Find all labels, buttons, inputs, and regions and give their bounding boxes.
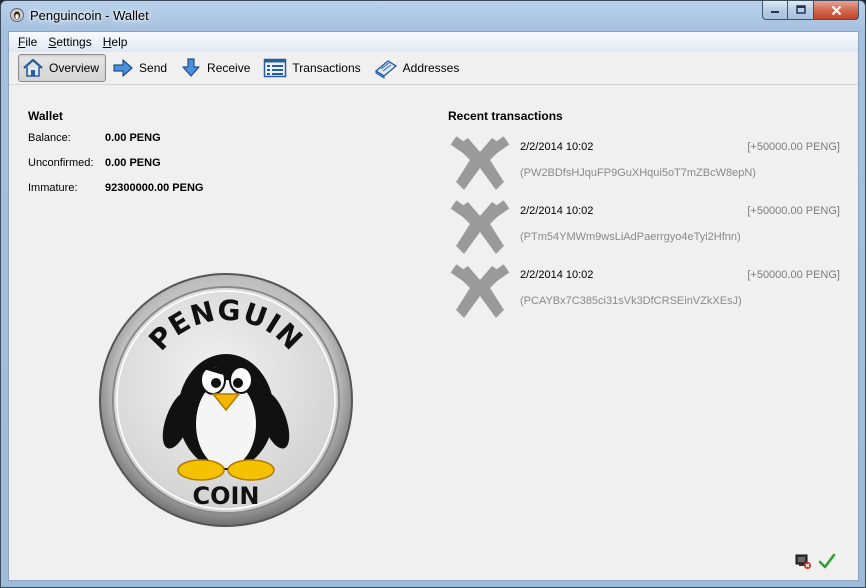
menu-settings[interactable]: Settings bbox=[43, 35, 96, 49]
transactions-button[interactable]: Transactions bbox=[259, 54, 367, 82]
window-title: Penguincoin - Wallet bbox=[30, 8, 149, 23]
transaction-item[interactable]: 2/2/2014 10:02 [+50000.00 PENG] (PTm54YM… bbox=[450, 198, 850, 258]
home-icon bbox=[23, 58, 43, 77]
unconfirmed-row: Unconfirmed: 0.00 PENG bbox=[28, 157, 161, 169]
overview-label: Overview bbox=[49, 61, 100, 75]
transaction-item[interactable]: 2/2/2014 10:02 [+50000.00 PENG] (PCAYBx7… bbox=[450, 262, 850, 322]
address-book-icon bbox=[374, 60, 397, 79]
transaction-address: (PCAYBx7C385ci31sVk3DfCRSEinVZkXEsJ) bbox=[520, 295, 742, 307]
maximize-icon bbox=[795, 5, 806, 14]
status-bar-icons bbox=[794, 552, 836, 570]
penguincoin-logo: PENGUIN COIN bbox=[99, 273, 353, 527]
send-label: Send bbox=[139, 61, 168, 75]
transaction-address: (PTm54YMWm9wsLiAdPaerrgyo4eTyi2Hfnn) bbox=[520, 231, 741, 243]
transaction-address: (PW2BDfsHJquFP9GuXHqui5oT7mZBcW8epN) bbox=[520, 167, 756, 179]
close-button[interactable] bbox=[814, 1, 859, 20]
penguin-app-icon bbox=[10, 8, 24, 22]
addresses-label: Addresses bbox=[402, 61, 460, 75]
maximize-button[interactable] bbox=[788, 1, 814, 20]
coin-bottom-text: COIN bbox=[192, 482, 259, 510]
transaction-amount: [+50000.00 PENG] bbox=[747, 269, 840, 281]
transaction-amount: [+50000.00 PENG] bbox=[747, 141, 840, 153]
recent-transactions-heading: Recent transactions bbox=[448, 109, 563, 123]
balance-label: Balance: bbox=[28, 132, 71, 144]
receive-button[interactable]: Receive bbox=[176, 54, 257, 82]
transaction-date: 2/2/2014 10:02 bbox=[520, 205, 594, 217]
transactions-list-icon bbox=[264, 58, 287, 78]
transactions-label: Transactions bbox=[292, 61, 361, 75]
mined-pickaxe-icon bbox=[450, 264, 510, 318]
immature-value: 92300000.00 PENG bbox=[105, 182, 204, 194]
menu-bar: File Settings Help bbox=[9, 32, 858, 52]
main-window: Penguincoin - Wallet File Settings Help bbox=[0, 0, 866, 588]
immature-row: Immature: 92300000.00 PENG bbox=[28, 182, 203, 194]
receive-arrow-icon bbox=[182, 58, 200, 77]
overview-button[interactable]: Overview bbox=[18, 54, 107, 82]
synced-checkmark-icon[interactable] bbox=[818, 552, 836, 570]
close-icon bbox=[831, 5, 841, 15]
transaction-item[interactable]: 2/2/2014 10:02 [+50000.00 PENG] (PW2BDfs… bbox=[450, 134, 850, 194]
addresses-button[interactable]: Addresses bbox=[370, 54, 467, 82]
transaction-date: 2/2/2014 10:02 bbox=[520, 141, 594, 153]
mined-pickaxe-icon bbox=[450, 136, 510, 190]
menu-settings-label: ettings bbox=[56, 35, 92, 49]
mined-pickaxe-icon bbox=[450, 200, 510, 254]
receive-label: Receive bbox=[207, 61, 251, 75]
minimize-button[interactable] bbox=[762, 1, 788, 20]
send-button[interactable]: Send bbox=[108, 54, 174, 82]
client-area: File Settings Help Overview Send Receive… bbox=[8, 31, 859, 581]
menu-help[interactable]: Help bbox=[98, 35, 133, 49]
send-arrow-icon bbox=[113, 59, 133, 77]
menu-file[interactable]: File bbox=[13, 35, 42, 49]
unconfirmed-value: 0.00 PENG bbox=[105, 157, 161, 169]
wallet-heading: Wallet bbox=[28, 109, 63, 123]
menu-help-label: elp bbox=[111, 35, 128, 49]
transaction-date: 2/2/2014 10:02 bbox=[520, 269, 594, 281]
balance-value: 0.00 PENG bbox=[105, 132, 161, 144]
unconfirmed-label: Unconfirmed: bbox=[28, 157, 94, 169]
transaction-amount: [+50000.00 PENG] bbox=[747, 205, 840, 217]
network-connections-icon[interactable] bbox=[794, 552, 812, 570]
menu-file-label: ile bbox=[25, 35, 38, 49]
immature-label: Immature: bbox=[28, 182, 78, 194]
title-bar[interactable]: Penguincoin - Wallet bbox=[1, 1, 865, 30]
minimize-icon bbox=[771, 11, 779, 13]
balance-row: Balance: 0.00 PENG bbox=[28, 132, 161, 144]
window-controls bbox=[762, 1, 859, 21]
toolbar: Overview Send Receive Transactions Addre… bbox=[9, 52, 858, 85]
